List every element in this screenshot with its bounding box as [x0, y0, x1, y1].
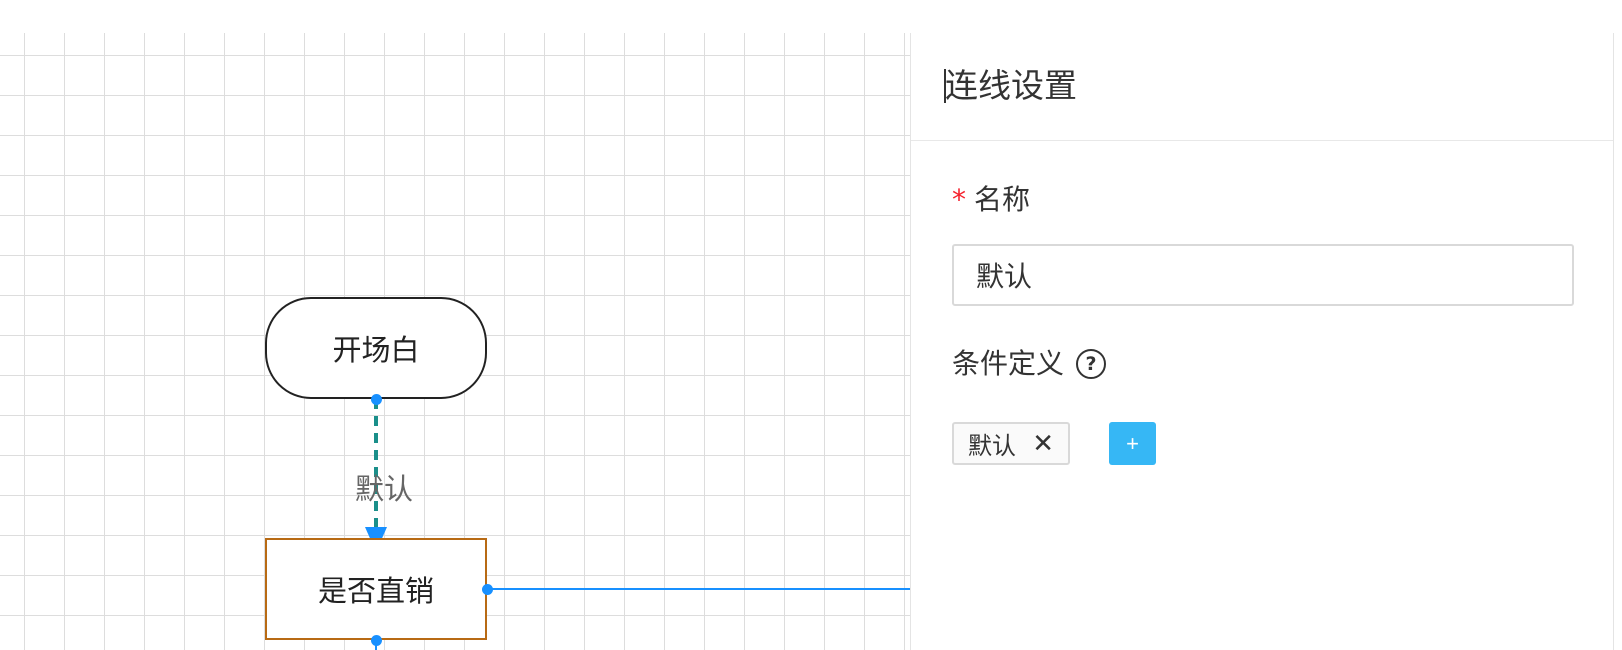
condition-tag-label: 默认: [968, 432, 1016, 460]
flow-canvas[interactable]: 开场白 默认 是否直销: [0, 33, 910, 650]
add-condition-button[interactable]: +: [1109, 422, 1156, 465]
start-node-bottom-handle[interactable]: [371, 394, 382, 405]
edge-label[interactable]: 默认: [355, 466, 413, 508]
condition-label-text: 条件定义: [952, 347, 1065, 380]
condition-field-label: 条件定义 ?: [952, 347, 1107, 381]
decision-node-right-handle[interactable]: [482, 584, 493, 595]
close-icon[interactable]: ✕: [1032, 431, 1054, 457]
start-node[interactable]: 开场白: [265, 297, 487, 399]
top-bar: [0, 0, 1622, 33]
panel-header: 连线设置: [911, 33, 1613, 141]
edge-settings-panel: 连线设置 * 名称 条件定义 ? 默认 ✕ +: [910, 33, 1614, 650]
help-icon[interactable]: ?: [1076, 349, 1107, 379]
decision-node[interactable]: 是否直销: [265, 538, 487, 640]
panel-title: 连线设置: [945, 66, 1077, 105]
start-node-label: 开场白: [332, 333, 420, 367]
decision-node-label: 是否直销: [317, 574, 434, 608]
condition-tag[interactable]: 默认 ✕: [952, 422, 1070, 465]
name-label-text: 名称: [974, 183, 1031, 216]
name-input[interactable]: [952, 244, 1574, 306]
flow-editor-page: 开场白 默认 是否直销 连线设置 * 名称 条件定义 ? 默认 ✕ +: [0, 0, 1622, 650]
name-field-label: * 名称: [952, 183, 1030, 217]
decision-node-bottom-handle[interactable]: [371, 635, 382, 646]
required-mark: *: [952, 183, 966, 216]
